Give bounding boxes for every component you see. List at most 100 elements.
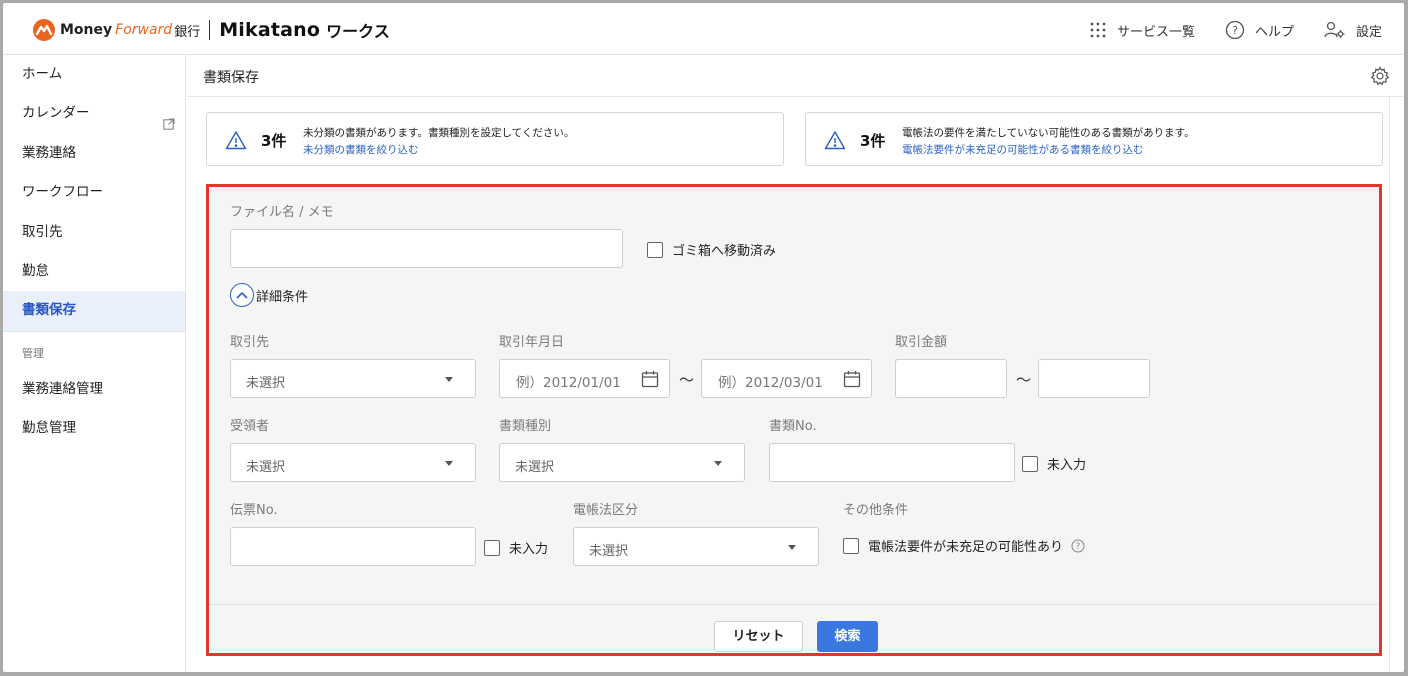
sidebar-item-label: ワークフロー: [22, 184, 103, 201]
caret-down-icon: [445, 461, 453, 466]
doctype-select-value: 未選択: [515, 460, 555, 475]
date-from-input[interactable]: 例）2012/01/01: [499, 359, 670, 398]
docno-empty-label: 未入力: [1047, 458, 1087, 473]
grid-icon: [1089, 21, 1107, 39]
detail-conditions-toggle[interactable]: 詳細条件: [230, 283, 308, 307]
date-label: 取引年月日: [499, 335, 565, 350]
sidebar-item-attendance-admin[interactable]: 勤怠管理: [3, 409, 185, 448]
sidebar-item-attendance[interactable]: 勤怠: [3, 252, 185, 291]
settings-button[interactable]: 設定: [1324, 20, 1382, 40]
logo-text-forward: Forward: [115, 22, 173, 38]
ebook-category-label: 電帳法区分: [573, 503, 639, 518]
sidebar-item-workflow[interactable]: ワークフロー: [3, 173, 185, 212]
page-header: 書類保存: [187, 55, 1404, 97]
search-panel: ファイル名 / メモ ゴミ箱へ移動済み 詳細条件 取引先 未選択 取引年月日 例…: [206, 184, 1382, 656]
docno-input[interactable]: [769, 443, 1015, 482]
settings-label: 設定: [1355, 24, 1382, 40]
ebook-category-select[interactable]: 未選択: [573, 527, 819, 566]
checkbox-box: [484, 539, 500, 556]
slipno-input[interactable]: [230, 527, 476, 566]
ebook-unmet-checkbox[interactable]: 電帳法要件が未充足の可能性あり ?: [843, 536, 1085, 555]
header-nav: サービス一覧 ? ヘルプ 設定: [1059, 20, 1382, 40]
doctype-label: 書類種別: [499, 419, 552, 434]
alert-ebook-law: 3件 電帳法の要件を満たしていない可能性のある書類があります。 電帳法要件が未充…: [805, 112, 1383, 166]
sidebar-item-label: 書類保存: [22, 302, 76, 319]
logo-text-money: Money: [60, 22, 113, 38]
svg-text:?: ?: [1232, 24, 1238, 37]
checkbox-box: [647, 241, 663, 258]
sidebar-item-label: カレンダー: [22, 105, 90, 122]
help-button[interactable]: ? ヘルプ: [1225, 20, 1294, 40]
warning-icon: [225, 130, 247, 154]
sidebar-item-document-storage[interactable]: 書類保存: [3, 291, 185, 331]
alert-message: 未分類の書類があります。書類種別を設定してください。: [303, 127, 575, 139]
partner-select[interactable]: 未選択: [230, 359, 476, 398]
slipno-empty-label: 未入力: [509, 542, 549, 557]
help-label: ヘルプ: [1254, 24, 1294, 40]
help-icon[interactable]: ?: [1071, 539, 1085, 553]
help-circle-icon: ?: [1225, 20, 1245, 40]
filter-unclassified-link[interactable]: 未分類の書類を絞り込む: [303, 142, 419, 157]
ebook-category-select-value: 未選択: [589, 544, 629, 559]
sidebar-item-label: ホーム: [22, 66, 63, 82]
logo-text-bank: 銀行: [174, 24, 201, 40]
top-header: Money Forward 銀行 Mikatano ワークス サービス一覧 ? …: [3, 3, 1404, 55]
partner-label: 取引先: [230, 335, 270, 350]
logo-text-mikatano: Mikatano: [219, 19, 321, 41]
reset-button[interactable]: リセット: [714, 621, 803, 652]
trash-checkbox[interactable]: ゴミ箱へ移動済み: [647, 240, 776, 259]
sidebar-item-calendar[interactable]: カレンダー: [3, 94, 185, 133]
sidebar-item-business-notice-admin[interactable]: 業務連絡管理: [3, 370, 185, 409]
checkbox-box: [1022, 455, 1038, 472]
date-from-placeholder: 例）2012/01/01: [516, 375, 621, 391]
caret-down-icon: [445, 377, 453, 382]
sidebar-item-label: 業務連絡: [22, 144, 76, 161]
search-panel-footer: リセット 検索: [209, 604, 1379, 653]
docno-empty-checkbox[interactable]: 未入力: [1022, 454, 1086, 473]
sidebar-item-label: 勤怠: [22, 262, 49, 279]
caret-down-icon: [714, 461, 722, 466]
sidebar-item-home[interactable]: ホーム: [3, 55, 185, 94]
sidebar-item-partners[interactable]: 取引先: [3, 213, 185, 252]
trash-checkbox-label: ゴミ箱へ移動済み: [672, 244, 777, 259]
date-to-placeholder: 例）2012/03/01: [718, 375, 823, 391]
brand-logo[interactable]: Money Forward 銀行 Mikatano ワークス: [33, 19, 390, 41]
amount-range-tilde: 〜: [1016, 371, 1032, 389]
chevron-up-icon: [230, 283, 254, 307]
doctype-select[interactable]: 未選択: [499, 443, 745, 482]
receiver-select[interactable]: 未選択: [230, 443, 476, 482]
logo-divider: [209, 20, 211, 40]
ebook-unmet-label: 電帳法要件が未充足の可能性あり: [868, 540, 1064, 555]
page-title: 書類保存: [203, 70, 259, 86]
warning-icon: [824, 130, 846, 154]
date-to-input[interactable]: 例）2012/03/01: [701, 359, 872, 398]
gear-icon[interactable]: [1370, 66, 1390, 90]
detail-conditions-label: 詳細条件: [256, 289, 309, 305]
service-list-button[interactable]: サービス一覧: [1089, 21, 1195, 40]
calendar-icon[interactable]: [843, 370, 861, 392]
filter-ebook-unmet-link[interactable]: 電帳法要件が未充足の可能性がある書類を絞り込む: [902, 142, 1144, 157]
search-button[interactable]: 検索: [817, 621, 878, 652]
other-conditions-label: その他条件: [843, 503, 909, 518]
app-window: Money Forward 銀行 Mikatano ワークス サービス一覧 ? …: [3, 3, 1404, 672]
main-content: 書類保存 3件 未分類の書類があります。書類種別を設定してください。 未分類の書…: [187, 55, 1404, 672]
slipno-label: 伝票No.: [230, 503, 278, 518]
logo-text-works: ワークス: [326, 22, 390, 41]
slipno-empty-checkbox[interactable]: 未入力: [484, 538, 548, 557]
sidebar: ホーム カレンダー 業務連絡 ワークフロー 取引先 勤怠 書類保存 管理 業務連…: [3, 55, 186, 672]
checkbox-box: [843, 537, 859, 554]
receiver-label: 受領者: [230, 419, 270, 434]
caret-down-icon: [788, 545, 796, 550]
docno-label: 書類No.: [769, 419, 817, 434]
content-right-border: [1389, 97, 1390, 672]
partner-select-value: 未選択: [246, 376, 286, 391]
money-forward-logo-icon: [33, 19, 55, 41]
amount-min-input[interactable]: [895, 359, 1007, 398]
filename-label: ファイル名 / メモ: [230, 205, 334, 220]
calendar-icon[interactable]: [641, 370, 659, 392]
filename-input[interactable]: [230, 229, 623, 268]
sidebar-section-admin: 管理: [3, 330, 185, 370]
service-list-label: サービス一覧: [1116, 24, 1195, 40]
amount-max-input[interactable]: [1038, 359, 1150, 398]
sidebar-item-business-notice[interactable]: 業務連絡: [3, 134, 185, 173]
